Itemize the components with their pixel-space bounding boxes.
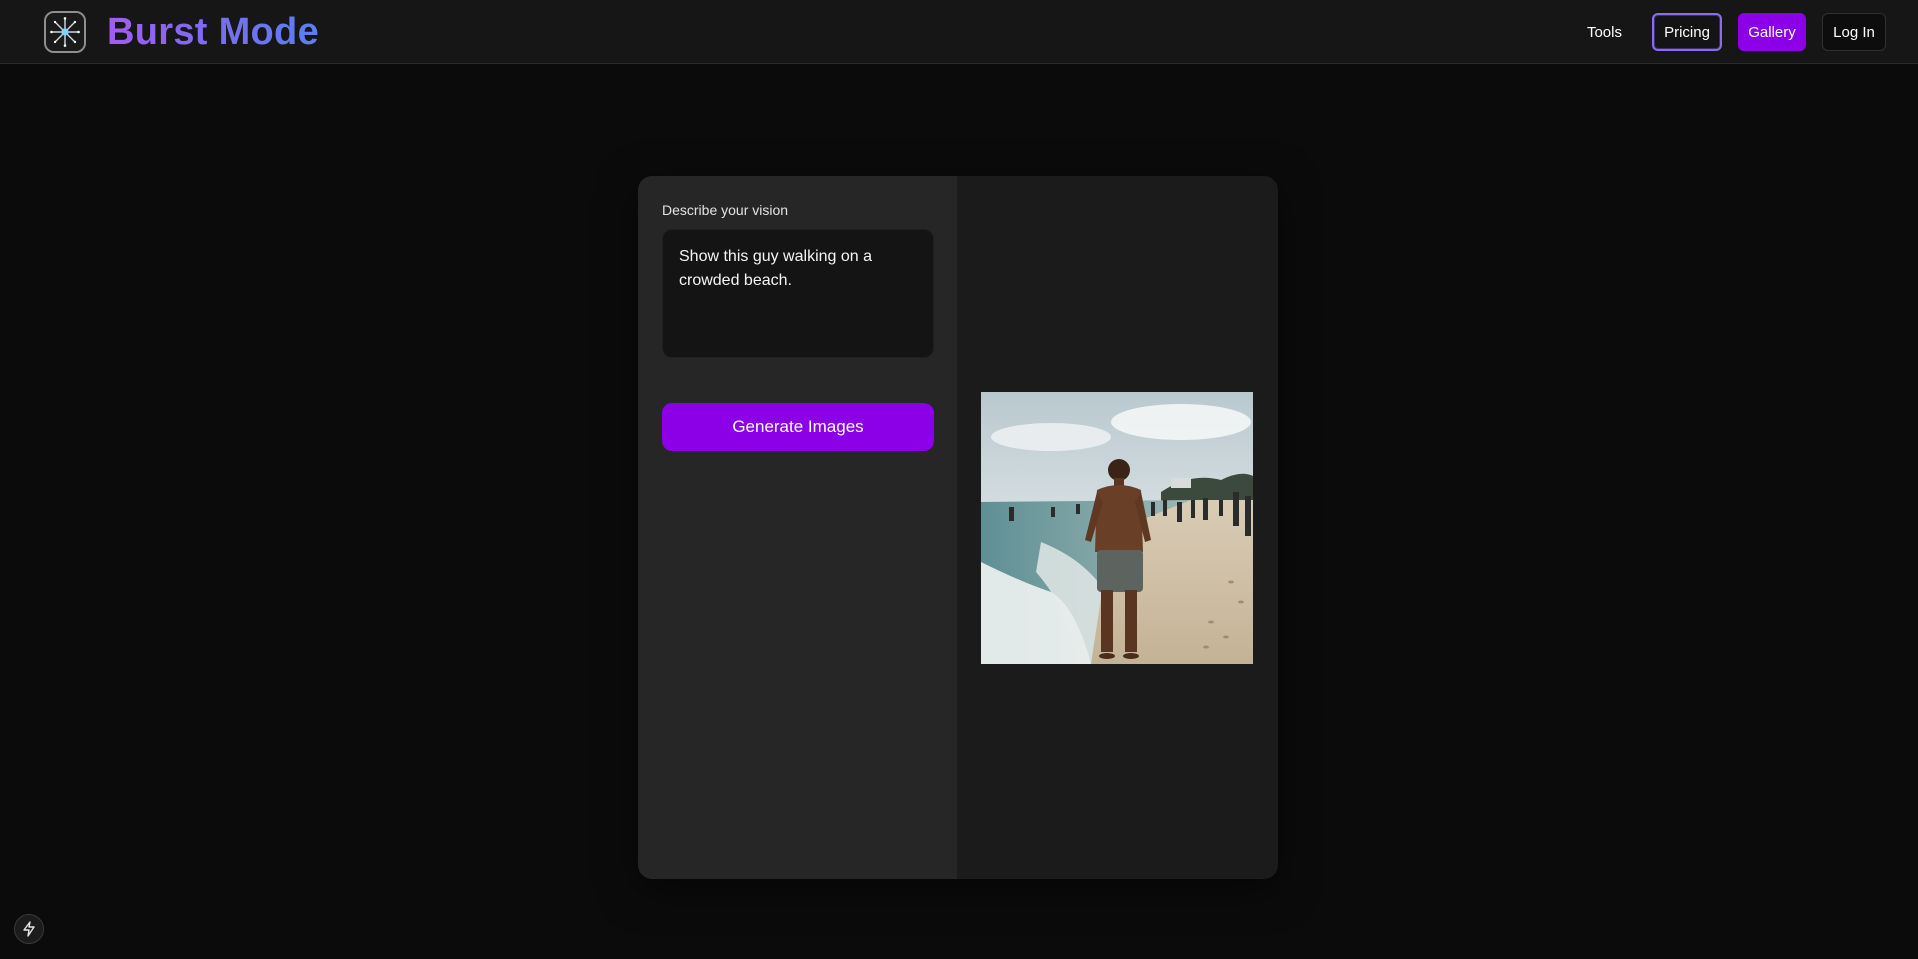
starburst-logo-icon[interactable] <box>44 11 86 53</box>
prompt-panel: Describe your vision Show this guy walki… <box>638 176 957 879</box>
top-nav-bar: Burst Mode Tools Pricing Gallery Log In <box>0 0 1918 64</box>
login-button[interactable]: Log In <box>1822 13 1886 51</box>
prompt-textarea[interactable]: Show this guy walking on a crowded beach… <box>662 229 934 358</box>
lightning-bolt-icon[interactable] <box>14 914 44 944</box>
brand-name[interactable]: Burst Mode <box>107 8 319 56</box>
prompt-label: Describe your vision <box>662 202 789 218</box>
result-panel <box>957 176 1278 879</box>
nav-pricing-button[interactable]: Pricing <box>1652 13 1722 51</box>
primary-nav: Tools Pricing Gallery Log In <box>1573 13 1886 51</box>
nav-tools-button[interactable]: Tools <box>1573 13 1636 51</box>
generated-image[interactable] <box>981 392 1253 664</box>
image-generator-card: Describe your vision Show this guy walki… <box>638 176 1278 879</box>
generate-images-button[interactable]: Generate Images <box>662 403 934 451</box>
nav-gallery-button[interactable]: Gallery <box>1738 13 1806 51</box>
